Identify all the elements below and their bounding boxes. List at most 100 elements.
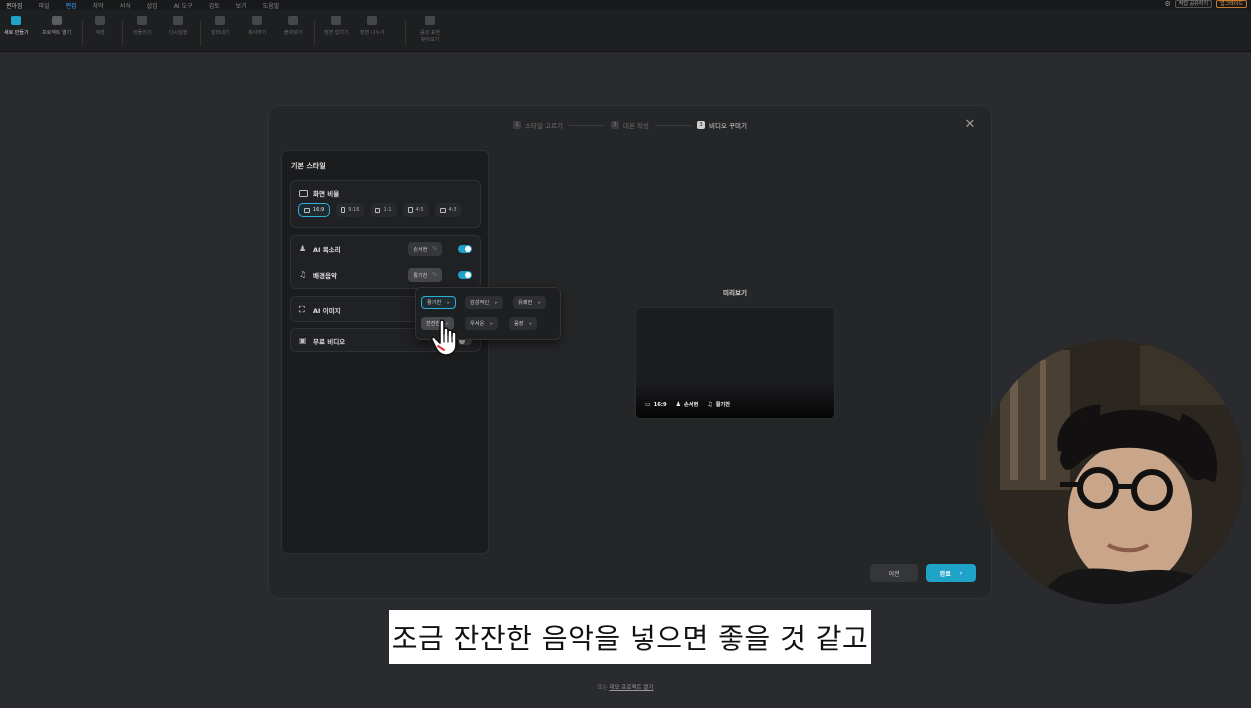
person-voice-icon: ♟: [675, 401, 681, 408]
screen-icon: [299, 189, 308, 197]
ratio-option-9-16[interactable]: 9:16: [336, 203, 365, 217]
split-scene-button[interactable]: 장면 나누기: [360, 16, 385, 36]
portrait-icon: [341, 207, 346, 213]
toolbar: 새로 만들기 프로젝트 열기 재생 되돌리기 다시실행 잘라내기 복사하기 붙여…: [0, 10, 1251, 52]
preview-ratio-label: 16:9: [653, 401, 667, 408]
menu-item-edit[interactable]: 편집: [66, 1, 77, 10]
step-indicator: 1 스타일 고르기 2 대본 작성 3 비디오 꾸미기: [269, 120, 991, 130]
portrait-icon: [407, 207, 413, 213]
redo-button[interactable]: 다시실행: [169, 16, 187, 36]
mood-option-emotional[interactable]: 감성적인 ▸: [465, 296, 503, 309]
mood-label: 우서운: [470, 321, 485, 327]
landscape-icon: ▭: [645, 401, 651, 408]
menu-item-file[interactable]: 파일: [39, 1, 50, 10]
ai-voice-row: ♟ AI 목소리 손서현%: [299, 241, 472, 257]
play-icon: [95, 16, 105, 25]
mood-label: 활기찬: [427, 300, 442, 306]
ai-voice-chip[interactable]: 손서현%: [408, 242, 442, 256]
audio-card: ♟ AI 목소리 손서현% ♫ 배경음악 활기찬%: [290, 235, 481, 289]
step-3-label: 비디오 꾸미기: [709, 122, 747, 130]
video-icon: ▣: [299, 336, 307, 345]
preview-title: 미리보기: [723, 289, 747, 297]
mood-option-funny[interactable]: 우서운 ▸: [465, 317, 498, 330]
copy-button[interactable]: 복사하기: [248, 16, 266, 36]
square-icon: [375, 207, 381, 213]
ai-voice-toggle[interactable]: [458, 245, 472, 253]
ratio-option-4-5[interactable]: 4:5: [402, 203, 429, 217]
play-button[interactable]: 재생: [95, 16, 105, 36]
bgm-chip[interactable]: 활기찬%: [408, 268, 442, 282]
demo-project-link[interactable]: 데모 프로젝트 열기: [609, 685, 653, 691]
step-3[interactable]: 3 비디오 꾸미기: [697, 120, 747, 130]
toolbar-divider: [122, 20, 123, 46]
paste-button[interactable]: 붙여넣기: [284, 16, 302, 36]
ratio-option-16-9[interactable]: 16:9: [298, 203, 331, 217]
person-voice-icon: ♟: [299, 244, 307, 253]
done-button[interactable]: 완료 ›: [926, 564, 976, 582]
upgrade-button[interactable]: 업그레이드: [1215, 0, 1247, 8]
step-2-number: 2: [611, 121, 619, 129]
mood-option-energetic[interactable]: 활기찬 ▸: [421, 296, 456, 309]
preview-gradient: [636, 382, 834, 418]
ai-voice-value: 손서현: [413, 246, 428, 253]
settings-icon[interactable]: ⚙: [1165, 0, 1171, 8]
music-note-icon: ♫: [299, 270, 307, 279]
toolbar-divider: [82, 20, 83, 46]
menu-item-help[interactable]: 도움말: [263, 1, 280, 10]
presenter-image: [980, 340, 1244, 604]
menu-item-view[interactable]: 보기: [236, 1, 247, 10]
chevron-icon: %: [432, 246, 437, 252]
menu-item-review[interactable]: 검토: [209, 1, 220, 10]
ratio-option-4-3[interactable]: 4:3: [434, 203, 462, 217]
video-caption: 조금 잔잔한 음악을 넣으면 좋을 것 같고: [389, 610, 871, 664]
open-project-button[interactable]: 프로젝트 열기: [42, 16, 71, 36]
voice-explore-label: 음성 표현 찾아보기: [420, 30, 440, 43]
hand-cursor-icon: [430, 319, 457, 356]
aspect-ratio-header: 화면 비율: [299, 188, 339, 198]
play-label: 재생: [95, 30, 105, 36]
menu-item-insert[interactable]: 삽입: [147, 1, 158, 10]
mood-option-epic[interactable]: 웅장 ▸: [509, 317, 538, 330]
ai-image-title: AI 이미지: [313, 307, 341, 315]
footer: 또는 데모 프로젝트 열기: [0, 683, 1251, 691]
ratio-label: 9:16: [348, 207, 360, 213]
folder-icon: [51, 16, 62, 25]
webcam-overlay: [980, 340, 1244, 604]
play-icon: ▸: [490, 320, 493, 327]
undo-icon: [137, 16, 148, 25]
preview-music-label: 활기찬: [715, 402, 731, 408]
play-icon: ▸: [447, 299, 450, 306]
aspect-ratio-card: 화면 비율 16:9 9:16 1:1 4:5 4:3: [290, 180, 481, 228]
menu-item-format[interactable]: 서식: [120, 1, 131, 10]
open-project-label: 프로젝트 열기: [42, 30, 72, 36]
app-window: 편아짐 파일 편집 자막 서식 삽입 AI 도구 검토 보기 도움말 ⚙ 작업 …: [0, 0, 1251, 708]
landscape-icon: [439, 207, 446, 213]
cut-button[interactable]: 잘라내기: [211, 16, 229, 36]
chevron-right-icon: ›: [959, 569, 963, 577]
menu-item-subtitle[interactable]: 자막: [93, 1, 104, 10]
mood-option-cheerful[interactable]: 유쾌한 ▸: [513, 296, 546, 309]
ratio-option-1-1[interactable]: 1:1: [370, 203, 397, 217]
step-connector: [655, 124, 691, 126]
split-icon: [367, 16, 378, 25]
image-sparkle-icon: ⛶: [299, 305, 305, 314]
ai-voice-title: AI 목소리: [313, 246, 341, 254]
undo-button[interactable]: 되돌리기: [133, 16, 151, 36]
split-scene-label: 장면 나누기: [360, 30, 385, 36]
merge-scene-button[interactable]: 장면 합치기: [324, 16, 349, 36]
step-1[interactable]: 1 스타일 고르기: [513, 120, 563, 130]
preview-area[interactable]: ▭ 16:9 ♟ 손서현 ♫ 활기찬: [635, 307, 835, 419]
close-icon[interactable]: ✕: [963, 118, 977, 132]
share-button[interactable]: 작업 공유하기: [1174, 0, 1212, 8]
menu-item-ai-tools[interactable]: AI 도구: [174, 1, 193, 10]
bgm-toggle[interactable]: [458, 271, 472, 279]
free-video-title: 무료 비디오: [313, 338, 346, 346]
step-1-number: 1: [513, 121, 522, 129]
undo-label: 되돌리기: [133, 30, 152, 36]
voice-explore-button[interactable]: 음성 표현 찾아보기: [418, 16, 442, 43]
new-button[interactable]: 새로 만들기: [4, 16, 29, 36]
aspect-ratio-title: 화면 비율: [313, 190, 340, 198]
step-2[interactable]: 2 대본 작성: [611, 120, 649, 130]
ratio-label: 4:3: [448, 207, 457, 213]
previous-button[interactable]: 이전: [870, 564, 918, 582]
